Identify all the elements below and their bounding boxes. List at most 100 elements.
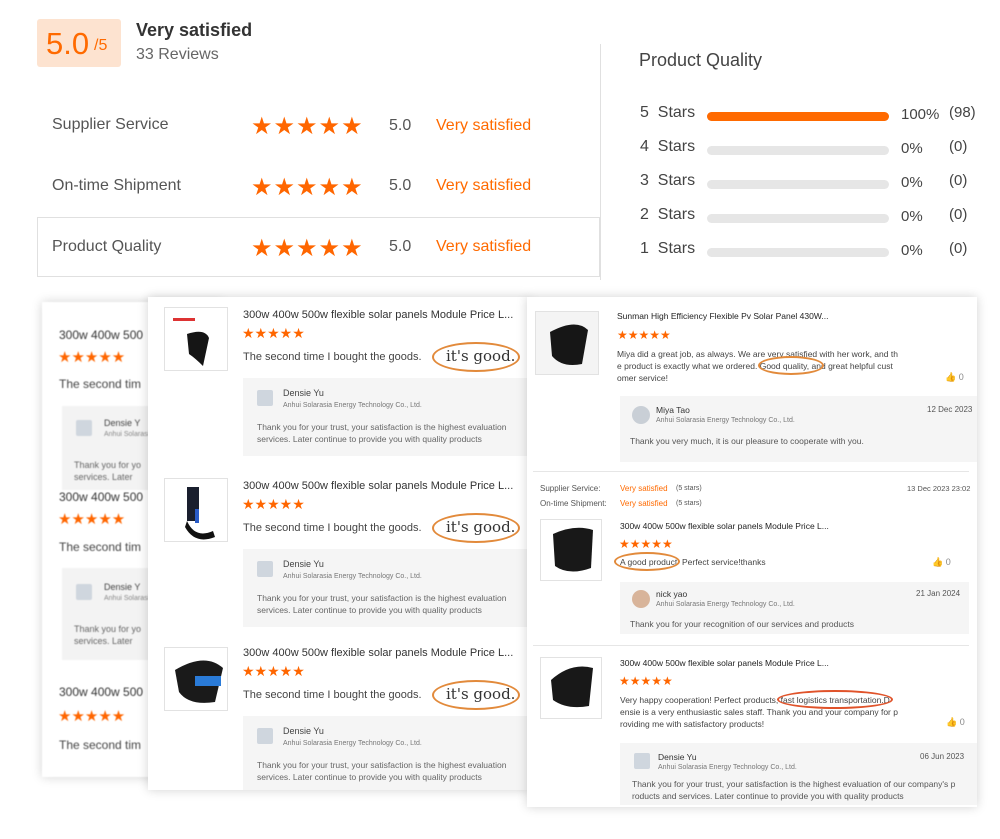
product-thumbnail[interactable] bbox=[540, 519, 602, 581]
review-product-title[interactable]: 300w 400w 500w flexible solar panels Mod… bbox=[243, 480, 513, 492]
star-breakdown-percent: 0% bbox=[901, 208, 923, 225]
highlight-circle bbox=[432, 342, 520, 372]
reply-body: Thank you for your trust, your satisfact… bbox=[257, 760, 507, 770]
star-breakdown-row[interactable]: 1 Stars 0% (0) bbox=[601, 238, 1000, 262]
reply-company: Anhui Solarasia Energy Technology Co., L… bbox=[658, 764, 797, 771]
reply-avatar bbox=[257, 561, 273, 577]
product-thumbnail[interactable] bbox=[535, 311, 599, 375]
supplier-reply: Densie Yu Anhui Solarasia Energy Technol… bbox=[620, 743, 977, 805]
solar-panel-image bbox=[185, 487, 215, 540]
star-breakdown-row[interactable]: 3 Stars 0% (0) bbox=[601, 170, 1000, 194]
rating-stars: ★★★★★ bbox=[251, 235, 364, 262]
product-thumbnail[interactable] bbox=[164, 307, 228, 371]
review-product-title[interactable]: 300w 400w 500w flexible solar panels Mod… bbox=[243, 309, 513, 321]
reply-date: 06 Jun 2023 bbox=[920, 752, 965, 761]
quality-panel-title: Product Quality bbox=[639, 50, 763, 70]
thumbs-up-icon: 👍 bbox=[932, 557, 944, 567]
review-text-line: roviding me with satisfactory products! bbox=[620, 719, 765, 729]
review-text-part: e product is exactly what we ordered. bbox=[617, 361, 758, 371]
solar-panel-image bbox=[175, 660, 223, 703]
review-divider bbox=[533, 645, 969, 646]
reply-body: roducts and services. Later continue to … bbox=[632, 791, 904, 801]
review-text: The second time I bought the goods. bbox=[243, 351, 422, 363]
overall-score-badge: 5.0 /5 bbox=[37, 19, 121, 67]
rating-label: Very satisfied bbox=[436, 177, 532, 194]
thumbs-up-icon: 👍 bbox=[946, 717, 958, 727]
review-text: The second time I bought the goods. bbox=[243, 689, 422, 701]
like-count: 0 bbox=[945, 557, 951, 567]
review-count[interactable]: 33 Reviews bbox=[136, 46, 219, 64]
review-product-title: 300w 400w 500 bbox=[59, 490, 144, 504]
star-breakdown-percent: 100% bbox=[901, 106, 940, 123]
reply-date: 12 Dec 2023 bbox=[927, 405, 973, 414]
supplier-service-label: Supplier Service: bbox=[540, 484, 601, 493]
reply-name: Miya Tao bbox=[656, 405, 690, 415]
rating-row-product-quality[interactable]: Product Quality ★★★★★ 5.0 Very satisfied bbox=[37, 217, 600, 277]
like-count: 0 bbox=[958, 372, 964, 382]
reply-company: Anhui Solarasi bbox=[104, 595, 150, 602]
reply-avatar bbox=[257, 390, 273, 406]
highlight-circle bbox=[758, 356, 824, 375]
supplier-reply: Densie Yu Anhui Solarasia Energy Technol… bbox=[243, 549, 530, 627]
rating-row-name: Product Quality bbox=[52, 238, 162, 255]
review-text-line: Miya did a great job, as always. We are … bbox=[617, 349, 898, 359]
review-product-title: 300w 400w 500 bbox=[59, 685, 144, 699]
reply-avatar bbox=[632, 590, 650, 608]
shipment-stars: (5 stars) bbox=[676, 500, 702, 507]
star-level-label: 5 Stars bbox=[640, 104, 696, 121]
review-text: The second tim bbox=[59, 377, 142, 391]
reply-avatar bbox=[632, 406, 650, 424]
review-product-title[interactable]: 300w 400w 500w flexible solar panels Mod… bbox=[620, 521, 829, 531]
product-thumbnail[interactable] bbox=[164, 478, 228, 542]
reply-body: services. Later continue to provide you … bbox=[257, 434, 482, 444]
review-product-title[interactable]: 300w 400w 500w flexible solar panels Mod… bbox=[620, 658, 829, 668]
rating-row-on-time-shipment: On-time Shipment ★★★★★ 5.0 Very satisfie… bbox=[37, 156, 600, 216]
star-breakdown-row[interactable]: 5 Stars 100% (98) bbox=[601, 102, 1000, 126]
review-text: The second tim bbox=[59, 540, 142, 554]
reply-body: Thank you for your trust, your satisfact… bbox=[632, 779, 956, 789]
supplier-reply: Densie Yu Anhui Solarasia Energy Technol… bbox=[243, 378, 530, 456]
supplier-reply: Densie Yu Anhui Solarasia Energy Technol… bbox=[243, 716, 530, 790]
solar-panel-image bbox=[550, 324, 588, 365]
review-item: 300w 400w 500w flexible solar panels Mod… bbox=[148, 297, 530, 467]
rating-label: Very satisfied bbox=[436, 238, 532, 255]
product-thumbnail[interactable] bbox=[540, 657, 602, 719]
rating-label: Very satisfied bbox=[436, 117, 532, 134]
review-product-title: 300w 400w 500 bbox=[59, 328, 144, 342]
review-stars: ★★★★★ bbox=[58, 511, 126, 528]
overall-label: Very satisfied bbox=[136, 20, 253, 40]
reply-name: Densie Yu bbox=[283, 559, 324, 569]
highlight-circle bbox=[432, 680, 520, 710]
star-breakdown-row[interactable]: 2 Stars 0% (0) bbox=[601, 204, 1000, 228]
like-button[interactable]: 👍 0 bbox=[932, 557, 951, 568]
like-button[interactable]: 👍 0 bbox=[946, 717, 965, 728]
overall-score-max: /5 bbox=[94, 37, 108, 54]
rating-row-name: Supplier Service bbox=[52, 116, 169, 133]
star-level-label: 1 Stars bbox=[640, 240, 696, 257]
reply-body: services. Later bbox=[74, 636, 133, 646]
rating-stars: ★★★★★ bbox=[251, 113, 364, 140]
supplier-service-stars: (5 stars) bbox=[676, 485, 702, 492]
product-thumbnail[interactable] bbox=[164, 647, 228, 711]
star-breakdown-percent: 0% bbox=[901, 140, 923, 157]
reply-company: Anhui Solarasia Energy Technology Co., L… bbox=[656, 601, 795, 608]
reply-company: Anhui Solarasia Energy Technology Co., L… bbox=[656, 417, 795, 424]
reply-avatar bbox=[76, 420, 92, 436]
review-text-line: ensie is a very enthusiastic sales staff… bbox=[620, 707, 898, 717]
star-breakdown-bar bbox=[707, 146, 889, 155]
review-screenshot-middle: 300w 400w 500w flexible solar panels Mod… bbox=[148, 297, 530, 790]
reply-body: Thank you for yo bbox=[74, 624, 142, 634]
review-product-title[interactable]: Sunman High Efficiency Flexible Pv Solar… bbox=[617, 311, 829, 321]
star-breakdown-percent: 0% bbox=[901, 174, 923, 191]
star-breakdown-count: (0) bbox=[949, 138, 968, 155]
review-product-title[interactable]: 300w 400w 500w flexible solar panels Mod… bbox=[243, 647, 513, 659]
like-button[interactable]: 👍 0 bbox=[945, 372, 964, 383]
reply-name: Densie Y bbox=[104, 418, 141, 428]
star-breakdown-row[interactable]: 4 Stars 0% (0) bbox=[601, 136, 1000, 160]
review-text-part: Very happy cooperation! Perfect products… bbox=[620, 695, 779, 705]
overall-score: 5.0 bbox=[46, 26, 90, 61]
reply-avatar bbox=[76, 584, 92, 600]
reply-name: Densie Yu bbox=[658, 752, 697, 762]
quality-breakdown-panel: Product Quality 5 Stars 100% (98) 4 Stars 0%… bbox=[600, 44, 1000, 280]
reply-company: Anhui Solarasia Energy Technology Co., L… bbox=[283, 402, 422, 409]
